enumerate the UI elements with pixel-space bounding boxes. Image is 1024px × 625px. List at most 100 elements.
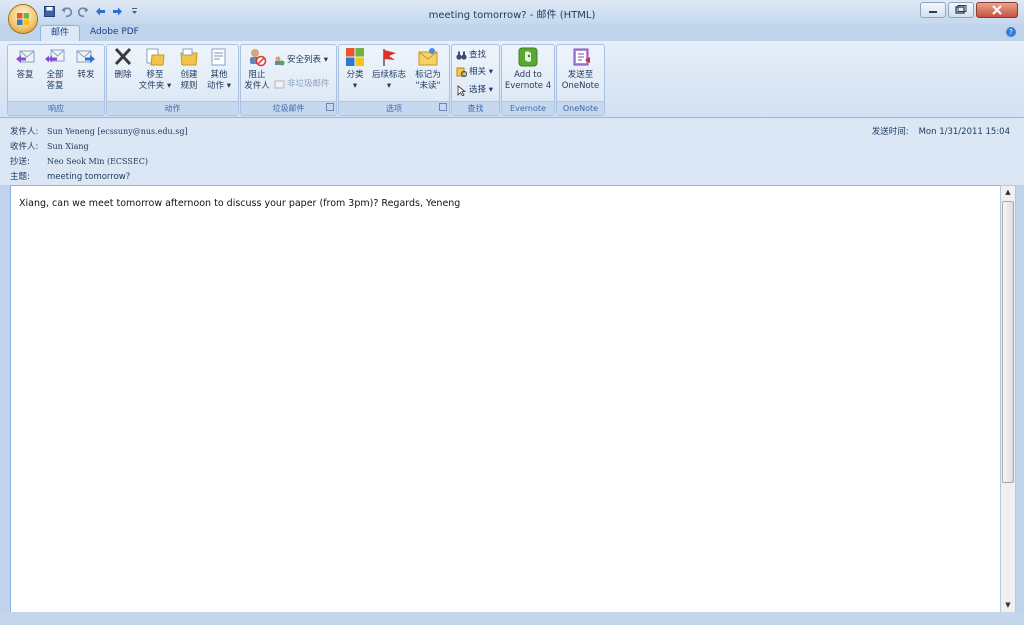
not-junk-button[interactable]: 非垃圾邮件 — [274, 77, 330, 91]
select-label: 选择 ▾ — [469, 85, 493, 95]
group-find: 查找 相关 ▾ 选择 ▾ 查找 — [451, 44, 500, 116]
other-label-1: 其他 — [210, 70, 228, 80]
rule-label-1: 创建 — [180, 70, 198, 80]
group-junk-email: 阻止 发件人 安全列表 ▾ 非垃圾邮件 垃圾邮件 — [240, 44, 337, 116]
categorize-arrow: ▾ — [352, 81, 358, 91]
cc-row: 抄送: Neo Seok Min (ECSSEC) — [10, 155, 148, 167]
message-body[interactable]: Xiang, can we meet tomorrow afternoon to… — [10, 185, 1002, 613]
window-title: meeting tomorrow? - 邮件 (HTML) — [428, 10, 596, 21]
message-text: Xiang, can we meet tomorrow afternoon to… — [19, 198, 461, 209]
mark-unread-icon — [418, 47, 438, 67]
group-options: 分类 ▾ 后续标志 ▾ 标记为 "未读" 选项 — [338, 44, 450, 116]
categorize-icon — [345, 47, 365, 67]
forward-label: 转发 — [77, 70, 95, 80]
junk-dialog-launcher-icon[interactable] — [326, 103, 334, 111]
restore-button[interactable] — [948, 2, 974, 18]
message-header: 发件人: Sun Yeneng [ecssuny@nus.edu.sg] 收件人:… — [0, 118, 1024, 185]
to-value[interactable]: Sun Xiang — [47, 142, 89, 151]
help-icon[interactable]: ? — [1006, 27, 1016, 37]
mark-unread-label-1: 标记为 — [415, 70, 441, 80]
related-label: 相关 ▾ — [469, 67, 493, 77]
reply-label: 答复 — [16, 70, 34, 80]
add-to-evernote-button[interactable]: Add to Evernote 4 — [504, 47, 552, 92]
follow-up-arrow: ▾ — [386, 81, 392, 91]
scroll-down-icon[interactable]: ▼ — [1001, 599, 1015, 612]
forward-icon — [76, 47, 96, 67]
options-dialog-launcher-icon[interactable] — [439, 103, 447, 111]
block-label-1: 阻止 — [248, 70, 266, 80]
create-rule-button[interactable]: 创建 规则 — [176, 47, 202, 92]
safe-lists-label: 安全列表 ▾ — [287, 55, 328, 65]
flag-icon — [379, 47, 399, 67]
office-logo-icon — [17, 13, 29, 25]
sent-label: 发送时间: — [871, 127, 909, 137]
group-label-respond: 响应 — [8, 101, 104, 115]
move-label-2: 文件夹 ▾ — [138, 81, 172, 91]
forward-button[interactable]: 转发 — [72, 47, 100, 81]
cc-value[interactable]: Neo Seok Min (ECSSEC) — [47, 157, 148, 166]
categorize-button[interactable]: 分类 ▾ — [342, 47, 368, 92]
other-actions-button[interactable]: 其他 动作 ▾ — [204, 47, 234, 92]
reply-all-button[interactable]: 全部 答复 — [41, 47, 69, 92]
scroll-thumb[interactable] — [1002, 201, 1014, 483]
safe-lists-button[interactable]: 安全列表 ▾ — [274, 53, 328, 67]
window-controls — [920, 2, 1018, 18]
add-evernote-label-1: Add to — [514, 70, 542, 80]
window-bottom-border — [0, 612, 1024, 625]
rule-label-2: 规则 — [180, 81, 198, 91]
move-to-folder-button[interactable]: 移至 文件夹 ▾ — [138, 47, 172, 92]
subject-row: 主题: meeting tomorrow? — [10, 170, 130, 182]
block-sender-button[interactable]: 阻止 发件人 — [243, 47, 271, 92]
cursor-icon — [456, 84, 467, 97]
folder-icon — [145, 47, 165, 67]
follow-up-label: 后续标志 — [371, 70, 406, 80]
scroll-up-icon[interactable]: ▲ — [1001, 186, 1015, 199]
group-label-junk: 垃圾邮件 — [241, 101, 336, 115]
mark-unread-button[interactable]: 标记为 "未读" — [412, 47, 444, 92]
cc-label: 抄送: — [10, 157, 30, 167]
tab-message[interactable]: 邮件 — [40, 25, 81, 42]
tab-adobe-pdf[interactable]: Adobe PDF — [80, 25, 149, 41]
follow-up-button[interactable]: 后续标志 ▾ — [370, 47, 408, 92]
office-button[interactable] — [9, 5, 37, 33]
send-onenote-label-1: 发送至 — [567, 70, 594, 80]
from-label: 发件人: — [10, 127, 39, 137]
group-label-actions: 动作 — [107, 101, 238, 115]
mark-unread-label-2: "未读" — [415, 81, 441, 91]
delete-button[interactable]: 删除 — [110, 47, 136, 81]
safe-lists-icon — [274, 55, 285, 66]
ribbon-tab-row: 邮件 Adobe PDF ? — [0, 24, 1024, 42]
group-actions: 删除 移至 文件夹 ▾ 创建 规则 其他 动作 ▾ 动作 — [106, 44, 239, 116]
reply-button[interactable]: 答复 — [11, 47, 39, 81]
to-label: 收件人: — [10, 142, 39, 152]
binoculars-icon — [456, 50, 467, 61]
group-label-onenote: OneNote — [557, 101, 604, 115]
title-bar: meeting tomorrow? - 邮件 (HTML) — [0, 0, 1024, 24]
close-button[interactable] — [976, 2, 1018, 18]
other-actions-icon — [209, 47, 229, 67]
vertical-scrollbar[interactable]: ▲ ▼ — [1000, 185, 1016, 613]
not-junk-icon — [274, 79, 285, 90]
add-evernote-label-2: Evernote 4 — [504, 81, 552, 91]
reply-all-label-1: 全部 — [46, 70, 64, 80]
related-icon — [456, 67, 468, 78]
group-label-find: 查找 — [452, 101, 499, 115]
delete-icon — [113, 47, 133, 67]
group-evernote: Add to Evernote 4 Evernote — [501, 44, 555, 116]
reply-all-label-2: 答复 — [46, 81, 64, 91]
find-button[interactable]: 查找 — [456, 48, 486, 62]
sent-value: Mon 1/31/2011 15:04 — [918, 127, 1010, 137]
evernote-icon — [518, 47, 538, 67]
select-button[interactable]: 选择 ▾ — [456, 83, 493, 97]
related-button[interactable]: 相关 ▾ — [456, 65, 493, 79]
categorize-label: 分类 — [346, 70, 364, 80]
ribbon: 答复 全部 答复 转发 响应 删除 移至 文件夹 ▾ 创建 规则 其他 动作 ▾… — [0, 41, 1024, 118]
onenote-icon — [571, 47, 591, 67]
minimize-button[interactable] — [920, 2, 946, 18]
subject-value: meeting tomorrow? — [47, 172, 131, 182]
group-onenote: 发送至 OneNote OneNote — [556, 44, 605, 116]
reply-icon — [15, 47, 35, 67]
send-to-onenote-button[interactable]: 发送至 OneNote — [559, 47, 602, 92]
other-label-2: 动作 ▾ — [207, 81, 231, 91]
from-value[interactable]: Sun Yeneng [ecssuny@nus.edu.sg] — [47, 127, 188, 136]
